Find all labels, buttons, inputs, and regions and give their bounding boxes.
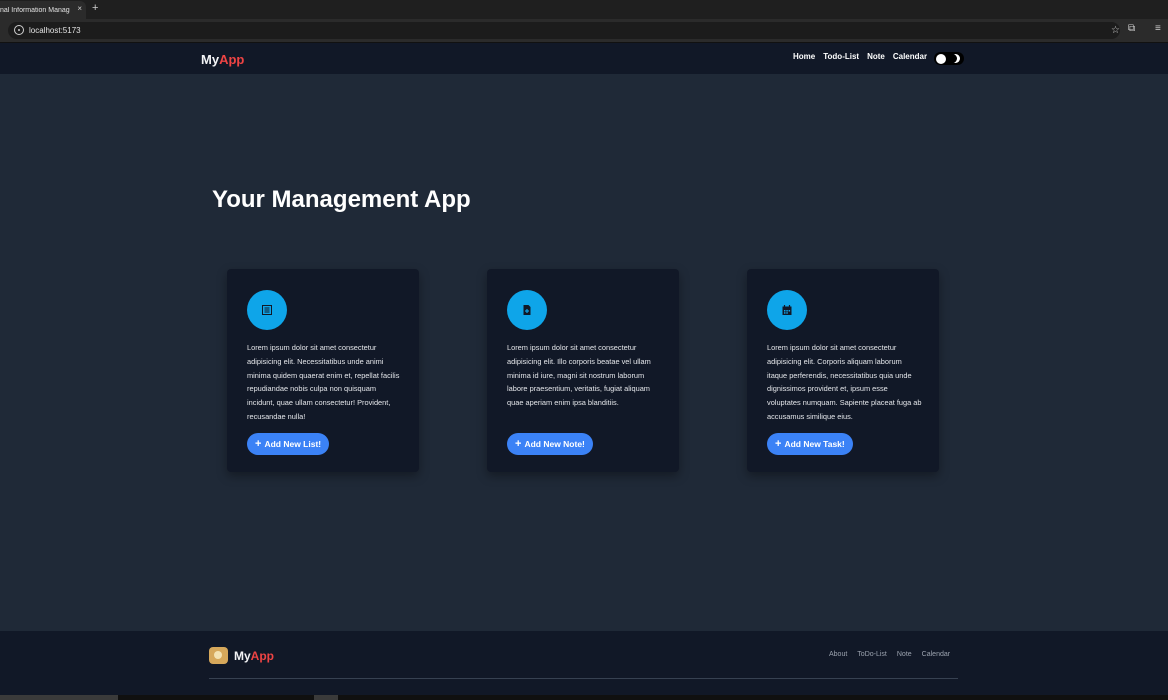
list-icon: [247, 290, 287, 330]
new-tab-icon[interactable]: +: [92, 2, 98, 14]
app-header: MyApp Home Todo-List Note Calendar: [0, 43, 1168, 74]
note-card: Lorem ipsum dolor sit amet consectetur a…: [487, 269, 679, 472]
main-nav: Home Todo-List Note Calendar: [793, 52, 927, 61]
task-card: Lorem ipsum dolor sit amet consectetur a…: [747, 269, 939, 472]
extensions-icon[interactable]: ⧉: [1128, 23, 1135, 34]
browser-tab-bar: nal Information Managem × +: [0, 0, 1168, 19]
nav-home[interactable]: Home: [793, 52, 815, 61]
footer-link-note[interactable]: Note: [897, 651, 912, 658]
brand-logo[interactable]: MyApp: [201, 52, 244, 67]
plus-icon: +: [515, 437, 522, 450]
footer-link-todo-list[interactable]: ToDo-List: [857, 651, 887, 658]
footer-link-about[interactable]: About: [829, 651, 847, 658]
card-description: Lorem ipsum dolor sit amet consectetur a…: [247, 343, 400, 421]
tab-title: nal Information Managem: [0, 6, 70, 14]
taskbar-item[interactable]: [314, 695, 338, 700]
add-new-task-button[interactable]: + Add New Task!: [767, 433, 853, 455]
add-new-note-button[interactable]: + Add New Note!: [507, 433, 593, 455]
calendar-icon: [767, 290, 807, 330]
plus-icon: +: [255, 437, 262, 450]
button-label: Add New Note!: [524, 439, 585, 449]
plus-icon: +: [775, 437, 782, 450]
moon-icon: [948, 54, 960, 63]
footer: MyApp About ToDo-List Note Calendar: [0, 631, 1168, 700]
button-label: Add New List!: [264, 439, 322, 449]
browser-menu-icon[interactable]: ≡: [1155, 23, 1161, 34]
nav-todo-list[interactable]: Todo-List: [823, 52, 859, 61]
list-card: Lorem ipsum dolor sit amet consectetur a…: [227, 269, 419, 472]
footer-brand[interactable]: MyApp: [234, 649, 274, 663]
nav-note[interactable]: Note: [867, 52, 885, 61]
brand-part-1: My: [234, 649, 251, 663]
brand-part-1: My: [201, 52, 220, 67]
add-new-list-button[interactable]: + Add New List!: [247, 433, 330, 455]
tab-close-icon[interactable]: ×: [77, 4, 82, 13]
url-text[interactable]: localhost:5173: [29, 26, 81, 35]
footer-links: About ToDo-List Note Calendar: [829, 651, 950, 658]
browser-tab[interactable]: nal Information Managem ×: [0, 1, 86, 19]
footer-divider: [209, 678, 958, 679]
bookmark-star-icon[interactable]: ☆: [1111, 25, 1120, 36]
footer-link-calendar[interactable]: Calendar: [922, 651, 950, 658]
card-description: Lorem ipsum dolor sit amet consectetur a…: [507, 343, 651, 408]
page-title: Your Management App: [212, 186, 471, 213]
app-logo-icon[interactable]: [209, 647, 228, 664]
brand-part-2: App: [250, 649, 274, 663]
button-label: Add New Task!: [784, 439, 845, 449]
card-description: Lorem ipsum dolor sit amet consectetur a…: [767, 343, 922, 421]
taskbar-item[interactable]: [0, 695, 118, 700]
browser-address-bar: localhost:5173 ☆: [0, 19, 1168, 43]
toggle-knob: [936, 54, 946, 64]
url-field[interactable]: localhost:5173 ☆: [8, 22, 1120, 39]
taskbar: [0, 695, 1168, 700]
brand-part-2: App: [219, 52, 245, 67]
site-info-icon[interactable]: [14, 25, 24, 35]
note-icon: [507, 290, 547, 330]
nav-calendar[interactable]: Calendar: [893, 52, 927, 61]
theme-toggle[interactable]: [934, 52, 964, 65]
